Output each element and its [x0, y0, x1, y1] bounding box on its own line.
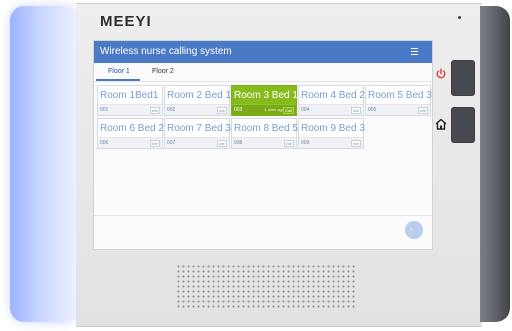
call-elapsed-time: 1 mins ago — [264, 107, 284, 112]
bed-name: Room 3 Bed 1 — [234, 90, 298, 101]
active-tab-indicator — [96, 79, 140, 81]
bed-card-room-3-calling[interactable]: Room 3 Bed 1 003 1 mins ago Call — [231, 85, 298, 116]
bed-number: 008 — [234, 140, 243, 146]
bed-name: Room 7 Bed 3 — [167, 123, 231, 134]
bed-card-room-1[interactable]: Room 1Bed1 001 idle — [97, 85, 163, 116]
bed-number: 001 — [100, 107, 109, 113]
bed-card-room-6[interactable]: Room 6 Bed 2 006 idle — [97, 118, 164, 149]
bed-number: 004 — [301, 107, 310, 113]
app-title: Wireless nurse calling system — [100, 46, 232, 57]
bed-card-room-7[interactable]: Room 7 Bed 3 007 idle — [164, 118, 231, 149]
bed-status-bar: 008 idle — [232, 137, 296, 148]
bed-number: 009 — [301, 140, 310, 146]
bed-name: Room 9 Bed 3 — [301, 123, 365, 134]
bed-status-bar: 002 idle — [165, 104, 229, 115]
hamburger-menu-icon[interactable] — [410, 47, 419, 56]
bed-status-bar: 009 idle — [299, 137, 363, 148]
bed-number: 003 — [234, 107, 243, 113]
bed-status-bar: 003 1 mins ago Call — [232, 104, 296, 115]
bed-number: 002 — [167, 107, 176, 113]
app-bar: Wireless nurse calling system — [94, 41, 432, 63]
side-cap — [480, 6, 510, 322]
bed-status-tag: idle — [149, 107, 160, 114]
home-icon — [435, 118, 447, 130]
tab-floor-1[interactable]: Floor 1 — [108, 68, 130, 75]
floating-action-button[interactable]: ◦ — [405, 221, 423, 239]
bed-card-room-4[interactable]: Room 4 Bed 2 004 idle — [298, 85, 365, 116]
bed-name: Room 4 Bed 2 — [301, 90, 365, 101]
bed-card-room-9[interactable]: Room 9 Bed 3 009 idle — [298, 118, 365, 149]
bed-name: Room 6 Bed 2 — [100, 123, 164, 134]
bed-number: 006 — [100, 140, 109, 146]
bed-status-tag: idle — [216, 140, 227, 147]
bed-status-tag: idle — [417, 107, 428, 114]
camera-dot — [458, 16, 461, 19]
power-icon — [436, 68, 446, 79]
bed-status-tag: idle — [216, 107, 227, 114]
bed-name: Room 2 Bed 1 — [167, 90, 231, 101]
screen-divider — [94, 215, 432, 216]
bed-name: Room 1Bed1 — [100, 90, 159, 101]
bed-card-room-2[interactable]: Room 2 Bed 1 002 idle — [164, 85, 231, 116]
bed-status-tag: idle — [149, 140, 160, 147]
power-button[interactable] — [451, 60, 475, 96]
nurse-call-panel-device: MEEYI Wireless nurse calling system Floo… — [0, 0, 512, 331]
bed-grid: Room 1Bed1 001 idle Room 2 Bed 1 002 idl… — [97, 85, 432, 195]
bed-status-tag: Call — [283, 107, 294, 114]
bed-name: Room 8 Bed 5 — [234, 123, 298, 134]
bed-name: Room 5 Bed 3 — [368, 90, 432, 101]
fab-icon: ◦ — [409, 224, 413, 234]
tab-floor-2[interactable]: Floor 2 — [152, 68, 174, 75]
bed-status-bar: 004 idle — [299, 104, 363, 115]
speaker-grille — [176, 264, 356, 310]
bed-card-room-5[interactable]: Room 5 Bed 3 005 idle — [365, 85, 432, 116]
bed-status-tag: idle — [283, 140, 294, 147]
floor-tabs: Floor 1 Floor 2 — [94, 64, 432, 82]
bed-number: 005 — [368, 107, 377, 113]
bed-status-bar: 007 idle — [165, 137, 229, 148]
brand-logo: MEEYI — [100, 13, 152, 30]
bed-card-room-8[interactable]: Room 8 Bed 5 008 idle — [231, 118, 298, 149]
bed-status-bar: 006 idle — [98, 137, 162, 148]
home-button[interactable] — [451, 107, 475, 143]
led-light-bar — [10, 6, 78, 322]
bed-status-bar: 001 idle — [98, 104, 162, 115]
bed-number: 007 — [167, 140, 176, 146]
bed-status-bar: 005 idle — [366, 104, 430, 115]
bed-status-tag: idle — [350, 107, 361, 114]
touch-screen: Wireless nurse calling system Floor 1 Fl… — [93, 40, 433, 250]
bed-status-tag: idle — [350, 140, 361, 147]
